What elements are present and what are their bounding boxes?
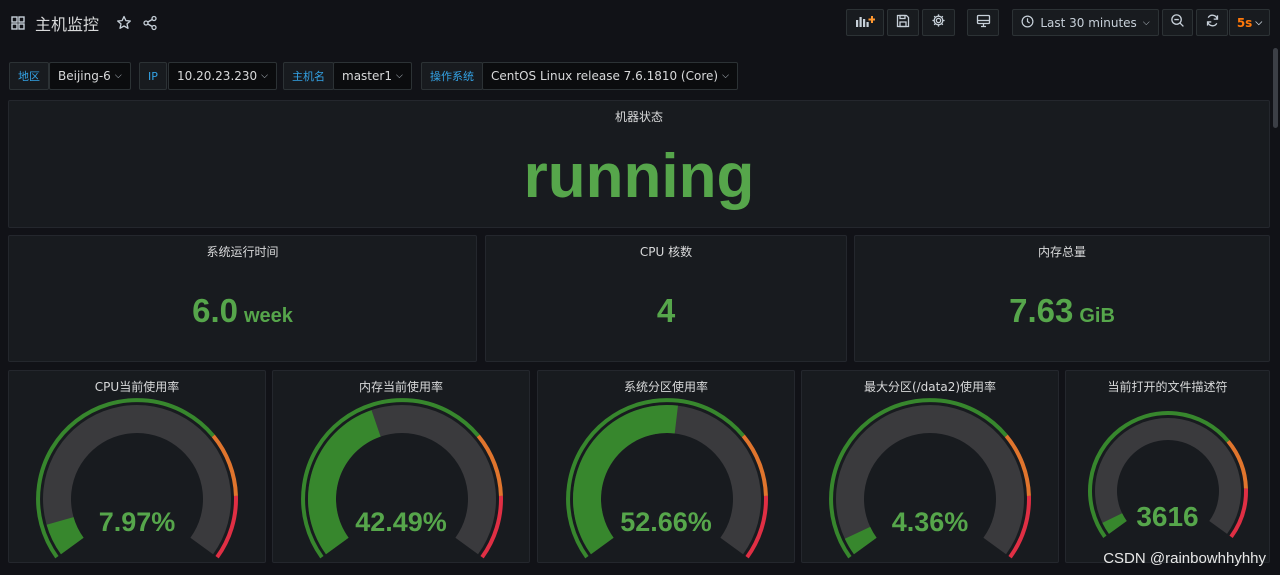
gauge-chart xyxy=(1088,411,1248,539)
uptime-value: 6.0 week xyxy=(9,292,476,330)
dashboard-title[interactable]: 主机监控 xyxy=(35,11,99,35)
refresh-interval-picker[interactable]: 5s ⌵ xyxy=(1229,9,1270,36)
gauge-value-text: 52.66% xyxy=(620,507,712,537)
variable-value-region: Beijing-6 xyxy=(58,69,111,83)
panel-system-partition-usage[interactable]: 系统分区使用率 52.66% xyxy=(537,370,795,563)
variable-label-region: 地区 xyxy=(9,62,49,90)
stat-number: 7.63 xyxy=(1009,292,1074,329)
save-icon xyxy=(896,13,910,32)
variable-label-hostname: 主机名 xyxy=(283,62,334,90)
clock-icon xyxy=(1021,15,1034,31)
refresh-button[interactable] xyxy=(1196,9,1228,36)
chevron-down-icon: ⌵ xyxy=(1255,17,1263,28)
panel-memory-usage[interactable]: 内存当前使用率 42.49% xyxy=(272,370,530,563)
stat-unit: week xyxy=(243,305,293,327)
gauge-value-text: 42.49% xyxy=(355,507,447,537)
panel-title[interactable]: CPU 核数 xyxy=(486,243,846,260)
variable-value-hostname: master1 xyxy=(342,69,392,83)
panel-title[interactable]: 内存总量 xyxy=(855,243,1269,260)
gauge-value-text: 4.36% xyxy=(891,507,969,537)
variable-select-os[interactable]: CentOS Linux release 7.6.1810 (Core) ⌵ xyxy=(482,62,738,90)
page-scrollbar[interactable] xyxy=(1273,48,1278,128)
gear-icon xyxy=(931,13,946,32)
variable-select-hostname[interactable]: master1 ⌵ xyxy=(333,62,412,90)
variable-select-ip[interactable]: 10.20.23.230 ⌵ xyxy=(168,62,277,90)
time-range-label: Last 30 minutes xyxy=(1040,15,1137,30)
add-panel-button[interactable] xyxy=(846,9,884,36)
panel-cpu-cores[interactable]: CPU 核数 4 xyxy=(485,235,847,362)
star-icon[interactable] xyxy=(115,14,133,32)
panel-cpu-usage[interactable]: CPU当前使用率 7.97% xyxy=(8,370,266,563)
dashboard-navbar: 主机监控 Last 30 minutes ⌵ 5s ⌵ xyxy=(0,0,1280,46)
watermark: CSDN @rainbowhhyhhy xyxy=(1103,550,1266,567)
panel-max-partition-usage[interactable]: 最大分区(/data2)使用率 4.36% xyxy=(801,370,1059,563)
machine-status-value: running xyxy=(523,142,755,211)
panel-open-file-descriptors[interactable]: 当前打开的文件描述符 3616 xyxy=(1065,370,1270,563)
refresh-icon xyxy=(1205,13,1220,32)
panel-machine-status[interactable]: 机器状态 running xyxy=(8,100,1270,228)
gauge-value-text: 3616 xyxy=(1136,501,1199,532)
add-panel-icon xyxy=(855,13,876,32)
save-dashboard-button[interactable] xyxy=(887,9,919,36)
variable-label-ip: IP xyxy=(139,62,167,90)
memory-total-value: 7.63 GiB xyxy=(855,292,1269,330)
variable-label-os: 操作系统 xyxy=(421,62,483,90)
dashboard-settings-button[interactable] xyxy=(922,9,955,36)
zoom-out-button[interactable] xyxy=(1162,9,1193,36)
chevron-down-icon: ⌵ xyxy=(722,71,729,81)
chevron-down-icon: ⌵ xyxy=(1142,17,1150,28)
chevron-down-icon: ⌵ xyxy=(114,71,122,81)
stat-unit: GiB xyxy=(1079,305,1115,327)
variable-value-os: CentOS Linux release 7.6.1810 (Core) xyxy=(491,69,719,83)
monitor-icon xyxy=(976,13,991,32)
refresh-interval-value: 5s xyxy=(1236,15,1253,30)
share-icon[interactable] xyxy=(141,14,159,32)
stat-number: 4 xyxy=(656,292,676,329)
variable-value-ip: 10.20.23.230 xyxy=(177,69,258,83)
dashboard-title-area: 主机监控 xyxy=(9,10,159,36)
panel-title[interactable]: 机器状态 xyxy=(9,108,1269,125)
zoom-out-icon xyxy=(1170,13,1185,32)
chevron-down-icon: ⌵ xyxy=(261,71,268,81)
gauge-value-text: 7.97% xyxy=(98,507,176,537)
apps-grid-icon[interactable] xyxy=(9,14,27,32)
panel-uptime[interactable]: 系统运行时间 6.0 week xyxy=(8,235,477,362)
panel-memory-total[interactable]: 内存总量 7.63 GiB xyxy=(854,235,1270,362)
variable-select-region[interactable]: Beijing-6 ⌵ xyxy=(49,62,131,90)
panel-title[interactable]: 系统运行时间 xyxy=(9,243,476,260)
chevron-down-icon: ⌵ xyxy=(395,71,403,81)
cpu-cores-value: 4 xyxy=(486,292,846,330)
time-range-picker[interactable]: Last 30 minutes ⌵ xyxy=(1012,9,1159,36)
cycle-view-mode-button[interactable] xyxy=(967,9,999,36)
stat-number: 6.0 xyxy=(192,292,238,329)
